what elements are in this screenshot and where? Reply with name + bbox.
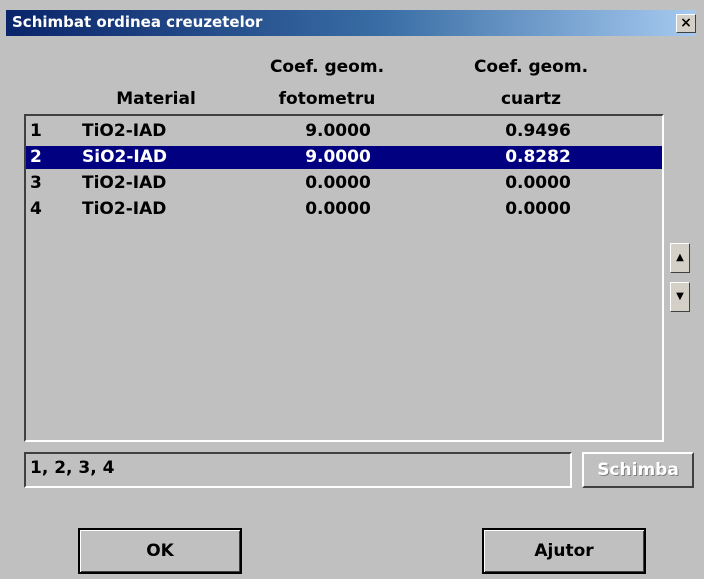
row-index: 4: [30, 199, 42, 219]
row-cuartz: 0.0000: [505, 199, 571, 219]
ok-button[interactable]: OK: [78, 528, 242, 574]
move-up-button[interactable]: ▲: [670, 243, 690, 273]
dialog-window: Schimbat ordinea creuzetelor × Material …: [0, 0, 704, 579]
row-fotometru: 0.0000: [305, 199, 371, 219]
list-row[interactable]: 3 TiO2-IAD 0.0000 0.0000: [26, 172, 662, 195]
row-material: TiO2-IAD: [82, 173, 167, 193]
row-fotometru: 9.0000: [305, 121, 371, 141]
help-button[interactable]: Ajutor: [482, 528, 646, 574]
row-index: 3: [30, 173, 42, 193]
row-fotometru: 0.0000: [305, 173, 371, 193]
list-row[interactable]: 4 TiO2-IAD 0.0000 0.0000: [26, 198, 662, 221]
header-cuartz-line2: cuartz: [500, 89, 562, 109]
row-cuartz: 0.0000: [505, 173, 571, 193]
row-fotometru: 9.0000: [305, 147, 371, 167]
close-icon: ×: [680, 15, 692, 31]
window-title: Schimbat ordinea creuzetelor: [12, 13, 263, 31]
header-fotometru-line2: fotometru: [278, 89, 376, 109]
row-material: SiO2-IAD: [82, 147, 167, 167]
order-field[interactable]: 1, 2, 3, 4: [24, 452, 572, 488]
row-material: TiO2-IAD: [82, 199, 167, 219]
row-material: TiO2-IAD: [82, 121, 167, 141]
close-button[interactable]: ×: [676, 14, 696, 33]
row-index: 1: [30, 121, 42, 141]
title-bar[interactable]: Schimbat ordinea creuzetelor ×: [6, 10, 696, 36]
move-down-button[interactable]: ▼: [670, 282, 690, 312]
row-cuartz: 0.8282: [505, 147, 571, 167]
schimba-button[interactable]: Schimba: [582, 452, 694, 488]
header-cuartz-line1: Coef. geom.: [473, 57, 589, 77]
header-fotometru-line1: Coef. geom.: [269, 57, 385, 77]
arrow-down-icon: ▼: [676, 291, 684, 302]
row-cuartz: 0.9496: [505, 121, 571, 141]
list-row[interactable]: 1 TiO2-IAD 9.0000 0.9496: [26, 120, 662, 143]
header-material: Material: [116, 89, 196, 109]
list-row-selected[interactable]: 2 SiO2-IAD 9.0000 0.8282: [26, 146, 662, 169]
arrow-up-icon: ▲: [676, 252, 684, 263]
row-index: 2: [30, 147, 42, 167]
crucible-list[interactable]: 1 TiO2-IAD 9.0000 0.9496 2 SiO2-IAD 9.00…: [24, 114, 664, 442]
